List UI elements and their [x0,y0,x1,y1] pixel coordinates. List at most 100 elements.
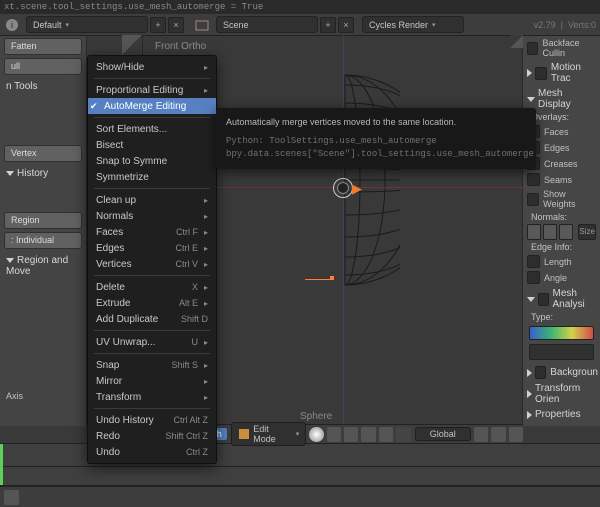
scene-select[interactable]: Scene [216,16,318,33]
menu-edges[interactable]: EdgesCtrl E▸ [88,240,216,256]
tool-shelf: Fatten ull n Tools Vertex History Region… [0,35,87,426]
axis-z-line [343,35,344,426]
mode-select[interactable]: Edit Mode ▾ [231,422,306,446]
menu-separator [94,78,210,79]
sel-edge-button[interactable] [361,427,375,442]
timeline-ruler[interactable] [0,467,600,486]
overlays-label: Overlays: [531,112,600,122]
edgeinfo-label: Edge Info: [531,242,600,252]
menu-faces[interactable]: FacesCtrl F▸ [88,224,216,240]
menu-extrude[interactable]: ExtrudeAlt E▸ [88,295,216,311]
menu-vertices[interactable]: VerticesCtrl V▸ [88,256,216,272]
region-handle-icon[interactable] [122,35,143,55]
tool-fatten[interactable]: Fatten [4,38,82,55]
chevron-down-icon: ▾ [66,21,70,29]
menu-separator [94,330,210,331]
n-panel-grip-icon[interactable] [510,35,523,48]
menu-snap[interactable]: SnapShift S▸ [88,357,216,373]
expand-icon[interactable] [527,297,535,302]
menu-automerge[interactable]: ✔AutoMerge Editing [88,98,216,114]
submenu-icon: ▸ [204,377,208,386]
collapse-icon[interactable] [527,69,532,77]
angle-checkbox[interactable] [527,271,540,284]
backface-checkbox[interactable] [527,42,538,55]
normal-loop-button[interactable] [543,224,557,240]
normal-size-input[interactable]: Size [578,224,596,240]
timeline-icon[interactable] [4,490,19,505]
edges-label: Edges [544,143,570,153]
menu-cleanup[interactable]: Clean up▸ [88,192,216,208]
normal-vertex-button[interactable] [527,224,541,240]
menu-sort[interactable]: Sort Elements... [88,121,216,137]
motion-checkbox[interactable] [535,67,547,80]
tool-pull[interactable]: ull [4,58,82,75]
scene-del-button[interactable]: × [338,17,354,33]
tool-vertex[interactable]: Vertex [4,145,82,162]
info-icon[interactable]: i [4,17,20,33]
menu-normals[interactable]: Normals▸ [88,208,216,224]
menu-redo[interactable]: RedoShift Ctrl Z [88,428,216,444]
bg-checkbox[interactable] [535,366,546,379]
check-icon: ✔ [90,101,98,112]
expand-icon[interactable] [527,97,535,102]
scene-icon[interactable] [194,17,210,33]
operator-header: Region and Move [6,255,80,277]
menu-separator [94,188,210,189]
engine-label: Cycles Render [369,20,428,30]
menu-adddup[interactable]: Add DuplicateShift D [88,311,216,327]
menu-bisect[interactable]: Bisect [88,137,216,153]
cursor-3d-icon[interactable] [333,178,353,198]
tooltip: Automatically merge vertices moved to th… [216,108,536,169]
backface-label: Backface Cullin [542,38,596,58]
layout-add-button[interactable]: + [150,17,166,33]
mesh-menu: Show/Hide▸ Proportional Editing▸ ✔AutoMe… [87,55,217,464]
tool-shelf-header: n Tools [6,81,80,92]
submenu-icon: ▸ [204,299,208,308]
normal-face-button[interactable] [559,224,573,240]
layout-del-button[interactable]: × [168,17,184,33]
selected-edge [305,279,333,280]
collapse-icon[interactable] [527,369,532,377]
chevron-down-icon: ▾ [432,21,436,29]
proportional-button[interactable] [509,427,523,442]
weights-label: Show Weights [543,189,596,209]
loop-individual[interactable]: : Individual [4,232,82,249]
menu-showhide[interactable]: Show/Hide▸ [88,59,216,75]
meshanaly-checkbox[interactable] [538,293,549,306]
menu-uv[interactable]: UV Unwrap...U▸ [88,334,216,350]
orientation-select[interactable]: Global [415,427,471,441]
menu-transform[interactable]: Transform▸ [88,389,216,405]
menu-separator [94,408,210,409]
layout-label: Default [33,20,62,30]
motion-label: Motion Trac [551,62,598,84]
manipulator-x-arrow[interactable]: ▶ [352,181,362,197]
pivot-icon[interactable] [327,427,341,442]
menu-undo[interactable]: UndoCtrl Z [88,444,216,460]
layout-select[interactable]: Default ▾ [26,16,148,33]
analysis-range-input[interactable] [529,344,594,360]
manipulator-button[interactable] [474,427,488,442]
menu-mirror[interactable]: Mirror▸ [88,373,216,389]
n-panel: Backface Cullin Motion Trac Mesh Display… [522,35,600,426]
menu-undohist[interactable]: Undo HistoryCtrl Alt Z [88,412,216,428]
python-console-line: xt.scene.tool_settings.use_mesh_automerg… [0,0,600,14]
loop-region[interactable]: Region [4,212,82,229]
shading-icon[interactable] [309,427,323,442]
collapse-icon[interactable] [527,411,532,419]
sel-vertex-button[interactable] [344,427,358,442]
collapse-icon[interactable] [527,390,532,398]
limit-sel-button[interactable] [396,427,410,442]
weights-checkbox[interactable] [527,193,539,206]
menu-separator [94,353,210,354]
seams-checkbox[interactable] [527,173,540,186]
orientation-label: Global [430,429,456,439]
engine-select[interactable]: Cycles Render ▾ [362,16,464,33]
menu-proportional[interactable]: Proportional Editing▸ [88,82,216,98]
snap-button[interactable] [491,427,505,442]
menu-snapsym[interactable]: Snap to Symme [88,153,216,169]
length-checkbox[interactable] [527,255,540,268]
scene-add-button[interactable]: + [320,17,336,33]
sel-face-button[interactable] [379,427,393,442]
menu-symmetrize[interactable]: Symmetrize [88,169,216,185]
menu-delete[interactable]: DeleteX▸ [88,279,216,295]
